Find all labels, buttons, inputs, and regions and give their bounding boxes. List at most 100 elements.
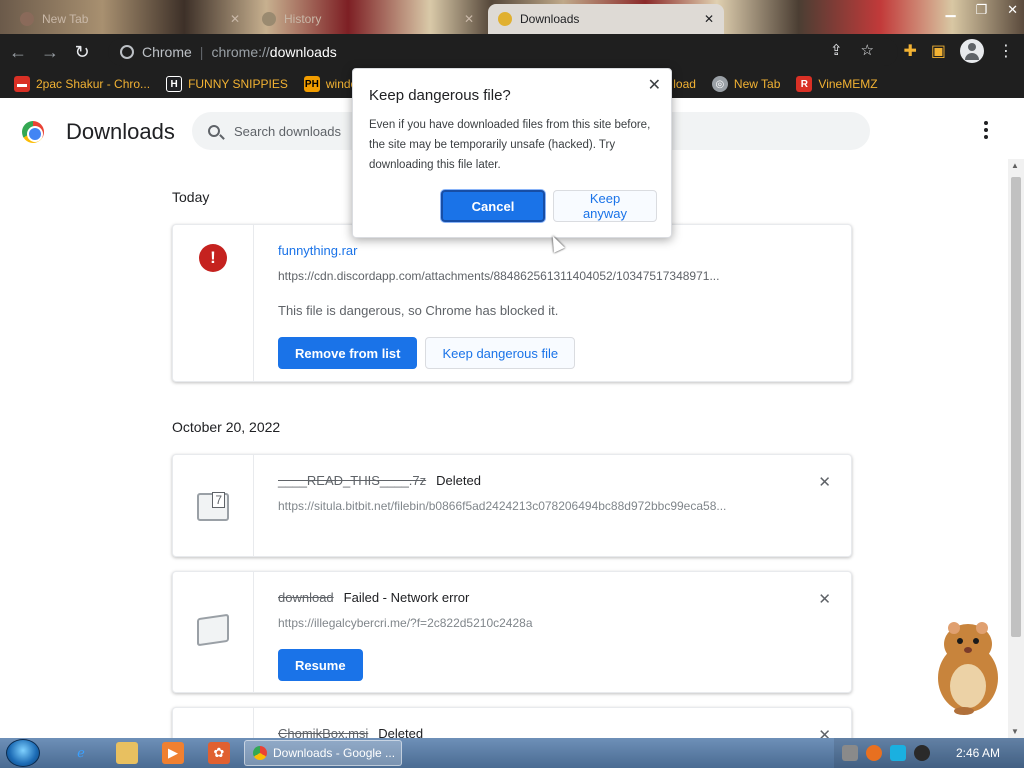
item-icon-column: ! (173, 225, 254, 381)
item-body: ChomikBox.msi Deleted (278, 708, 827, 738)
remove-from-list-button[interactable]: Remove from list (278, 337, 418, 369)
share-icon[interactable]: ⇪ (830, 41, 843, 59)
extensions-icon[interactable]: ✚ (903, 41, 916, 61)
scroll-thumb[interactable] (1011, 177, 1021, 637)
download-item: ! funnything.rar https://cdn.discordapp.… (172, 224, 852, 382)
toolbar: ← → ↻ Chrome | chrome:// downloads ⇪ ☆ ✚… (0, 34, 1024, 70)
download-item: download Failed - Network error https://… (172, 571, 852, 693)
chip-separator: | (199, 44, 204, 60)
close-icon[interactable]: ✕ (818, 590, 831, 608)
system-tray: 2:46 AM (834, 738, 1024, 768)
profile-avatar[interactable] (960, 39, 984, 63)
close-icon[interactable]: ✕ (230, 12, 240, 26)
close-icon[interactable]: ✕ (648, 75, 661, 95)
h-icon: H (166, 76, 183, 92)
menu-icon[interactable]: ⋮ (998, 41, 1014, 61)
bookmark-label: load (673, 77, 696, 91)
keep-anyway-button[interactable]: Keep anyway (553, 190, 657, 222)
item-actions: Remove from list Keep dangerous file (278, 337, 827, 369)
search-tray-icon[interactable] (866, 745, 882, 761)
toolbar-right: ✚ ▣ ⋮ (903, 39, 1014, 63)
restore-icon[interactable]: ❐ (975, 2, 987, 18)
taskbar-chrome-task[interactable]: Downloads - Google ... (244, 740, 402, 766)
globe-icon: ◎ (711, 76, 728, 92)
network-icon[interactable] (842, 745, 858, 761)
file-name: download (278, 590, 334, 605)
folder-icon[interactable] (116, 742, 138, 764)
ph-icon: PH (303, 76, 320, 92)
bookmark-label: New Tab (733, 77, 781, 91)
bookmark-vinememz[interactable]: R VineMEMZ (796, 76, 878, 92)
history-icon (262, 12, 276, 26)
back-icon[interactable]: ← (4, 38, 32, 66)
bookmark-new-tab[interactable]: ◎ New Tab (711, 76, 781, 92)
close-icon[interactable]: ✕ (704, 12, 714, 26)
forward-icon[interactable]: → (36, 38, 64, 66)
chrome-icon (253, 746, 267, 760)
close-icon[interactable]: ✕ (818, 726, 831, 738)
clock[interactable]: 2:46 AM (956, 746, 1000, 760)
cancel-button[interactable]: Cancel (441, 190, 545, 222)
item-icon-column (173, 572, 254, 692)
file-url[interactable]: https://situla.bitbit.net/filebin/b0866f… (278, 499, 827, 513)
dialog-body: Even if you have downloaded files from t… (369, 119, 651, 171)
keep-dangerous-file-dialog: Keep dangerous file? ✕ Even if you have … (352, 68, 672, 238)
monitor-icon[interactable] (890, 745, 906, 761)
reload-icon[interactable]: ↻ (68, 38, 96, 66)
star-icon[interactable]: ☆ (861, 41, 874, 59)
bookmark-label: 2pac Shakur - Chro... (36, 77, 151, 91)
bookmark-windo[interactable]: PH windo (303, 76, 357, 92)
dialog-title: Keep dangerous file? (369, 87, 511, 104)
item-icon-column (173, 708, 254, 738)
close-icon[interactable]: ✕ (464, 12, 474, 26)
bookmark-funny-snippies[interactable]: H FUNNY SNIPPIES (166, 76, 288, 92)
bookmark-2pac[interactable]: ▬ 2pac Shakur - Chro... (14, 76, 150, 92)
resume-button[interactable]: Resume (278, 649, 363, 681)
download-item: ____READ_THIS____.7z Deleted https://sit… (172, 454, 852, 557)
item-header: ChomikBox.msi Deleted (278, 726, 827, 738)
r-icon: R (796, 76, 813, 92)
start-button-icon[interactable] (6, 739, 40, 767)
page-scrollbar[interactable]: ▲ ▼ (1008, 159, 1024, 738)
bookmark-label: FUNNY SNIPPIES (188, 77, 288, 91)
file-status: Failed - Network error (343, 590, 470, 605)
tab-downloads[interactable]: Downloads ✕ (488, 4, 724, 34)
archive-file-icon (197, 492, 229, 521)
file-url[interactable]: https://illegalcybercri.me/?f=2c822d5210… (278, 616, 827, 630)
volume-icon[interactable] (914, 745, 930, 761)
side-panel-icon[interactable]: ▣ (931, 41, 946, 61)
minimize-icon[interactable]: ▁ (945, 2, 955, 18)
paint-icon[interactable]: ✿ (208, 742, 230, 764)
generic-file-icon (197, 613, 229, 647)
window-controls: ▁ ❐ ✕ (945, 2, 1018, 18)
more-options-icon[interactable] (984, 121, 988, 139)
url-path: downloads (269, 44, 337, 60)
windows-taskbar: ℯ ▶ ✿ Downloads - Google ... 2:46 AM (0, 738, 1024, 768)
tab-new-tab[interactable]: New Tab ✕ (10, 4, 250, 34)
chrome-icon (20, 12, 34, 26)
hamster-icon (938, 622, 998, 715)
section-date: Today (172, 189, 210, 205)
item-header: ____READ_THIS____.7z Deleted (278, 473, 827, 488)
close-window-icon[interactable]: ✕ (1007, 2, 1018, 18)
address-bar[interactable]: Chrome | chrome:// downloads (108, 38, 898, 66)
tab-strip: New Tab ✕ History ✕ Downloads ✕ ▁ ❐ ✕ (0, 0, 1024, 34)
ie-icon[interactable]: ℯ (70, 742, 92, 764)
scroll-down-icon[interactable]: ▼ (1011, 727, 1019, 736)
item-actions: Resume (278, 649, 827, 681)
bookmark-icon: ▬ (14, 76, 30, 92)
bookmark-label: VineMEMZ (818, 77, 878, 91)
bookmark-load[interactable]: load (673, 77, 696, 91)
tab-title: History (284, 12, 322, 26)
tab-history[interactable]: History ✕ (252, 4, 484, 34)
download-icon (498, 12, 512, 26)
media-player-icon[interactable]: ▶ (162, 742, 184, 764)
file-url[interactable]: https://cdn.discordapp.com/attachments/8… (278, 269, 827, 283)
keep-dangerous-file-button[interactable]: Keep dangerous file (425, 337, 576, 369)
scroll-up-icon[interactable]: ▲ (1011, 161, 1019, 170)
item-body: download Failed - Network error https://… (278, 572, 827, 681)
site-chip: Chrome (142, 44, 192, 60)
file-description: This file is dangerous, so Chrome has bl… (278, 303, 559, 318)
download-item: ChomikBox.msi Deleted ✕ (172, 707, 852, 738)
close-icon[interactable]: ✕ (818, 473, 831, 491)
